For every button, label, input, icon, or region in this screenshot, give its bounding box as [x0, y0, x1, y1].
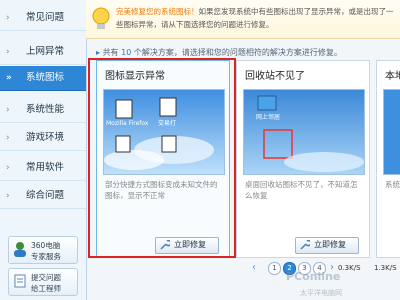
service-label: 给工程师 [31, 284, 61, 293]
card-description: 系统 [385, 180, 400, 189]
chevron-right-icon: › [6, 191, 10, 201]
sidebar-item-label: 上网异常 [26, 46, 65, 57]
chevron-right-icon: › [6, 47, 10, 57]
arrow-right-icon: ▸ [96, 48, 101, 57]
selection-highlight-box [88, 58, 236, 258]
card-screenshot: 网上邻居 [243, 89, 365, 175]
sidebar-item-performance[interactable]: › 系统性能 [0, 98, 86, 123]
sidebar-item-label: 系统性能 [26, 104, 65, 115]
sidebar-item-network[interactable]: › 上网异常 [0, 40, 86, 65]
chevron-right-icon: › [6, 105, 10, 115]
card-screenshot [383, 89, 400, 175]
sidebar-item-software[interactable]: › 常用软件 [0, 156, 86, 181]
chevron-right-icon: › [6, 13, 10, 23]
fix-now-button[interactable]: 立即修复 [295, 237, 359, 254]
desktop-preview [244, 90, 364, 174]
sidebar-item-label: 常用软件 [26, 162, 65, 173]
solution-card-recycle-bin[interactable]: 回收站不见了 网上邻居 桌面回收站图标不见了，不知道怎么恢复 立即修复 [236, 60, 370, 258]
prev-page-arrow-icon[interactable]: ‹ [252, 262, 256, 273]
download-speed: 1.3K/S [374, 264, 397, 272]
desktop-preview [384, 90, 400, 174]
info-banner: 完美修复您的系统图标！如果您发现系统中有些图标出现了显示异常，或是出现了一 些图… [86, 0, 400, 39]
service-label: 专家服务 [31, 252, 61, 261]
solution-count: 10 [121, 48, 132, 57]
card-title: 回收站不见了 [245, 71, 305, 82]
chevron-right-icon: › [6, 133, 10, 143]
banner-line-1: 完美修复您的系统图标！如果您发现系统中有些图标出现了显示异常，或是出现了一 [116, 6, 394, 17]
banner-line-2: 些图标异常，请从下面选择您的问题进行修复。 [116, 20, 274, 29]
count-prefix: 共有 [102, 48, 119, 57]
sidebar-item-misc[interactable]: › 综合问题 [0, 184, 86, 209]
count-suffix: 个解决方案，请选择和您的问题相符的解决方案进行修复。 [133, 48, 342, 57]
card-title: 本地 [385, 71, 400, 82]
page-1-button[interactable]: 1 [268, 262, 281, 275]
desktop-icon-label: 网上邻居 [256, 114, 281, 121]
sidebar-item-system-icons[interactable]: » 系统图标 [0, 66, 86, 91]
card-description: 桌面回收站图标不见了，不知道怎么恢复 [245, 180, 358, 200]
sidebar-item-common-issues[interactable]: › 常见问题 [0, 6, 86, 31]
watermark-logo: PConline [286, 270, 341, 283]
solution-count-line: ▸ 共有 10 个解决方案，请选择和您的问题相符的解决方案进行修复。 [96, 47, 342, 58]
document-icon [14, 274, 26, 288]
lightbulb-icon [92, 7, 110, 29]
service-label: 提交问题 [31, 273, 61, 282]
sidebar-item-label: 游戏环境 [26, 132, 65, 143]
fix-button-label: 立即修复 [314, 240, 346, 249]
wrench-icon [300, 240, 310, 250]
expert-icon [14, 242, 26, 257]
sidebar-item-label: 常见问题 [26, 12, 65, 23]
banner-text: 如果您发现系统中有些图标出现了显示异常，或是出现了一 [198, 7, 394, 16]
sidebar-item-label: 系统图标 [26, 72, 65, 83]
chevron-right-icon: › [6, 163, 10, 173]
watermark-subtitle: 太平洋电脑网 [300, 289, 342, 297]
submit-question-button[interactable]: 提交问题 给工程师 [8, 268, 78, 296]
network-speed-status: 0.3K/S 1.3K/S [338, 262, 400, 276]
expert-service-button[interactable]: 360电脑 专家服务 [8, 236, 78, 264]
banner-highlight: 完美修复您的系统图标！ [116, 7, 199, 16]
solution-card-local[interactable]: 本地 系统 [376, 60, 400, 258]
sidebar-item-gaming[interactable]: › 游戏环境 [0, 126, 86, 151]
sidebar-item-label: 综合问题 [26, 190, 65, 201]
service-label: 360电脑 [31, 241, 61, 250]
upload-speed: 0.3K/S [338, 264, 361, 272]
double-chevron-right-icon: » [6, 73, 12, 83]
sidebar: › 常见问题 › 上网异常 » 系统图标 › 系统性能 › 游戏环境 › 常用软… [0, 0, 87, 300]
